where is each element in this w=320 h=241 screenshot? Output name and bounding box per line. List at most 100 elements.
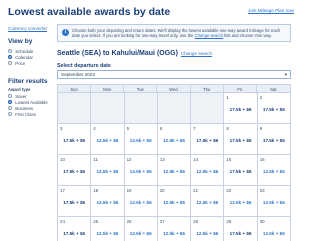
info-change-search-link[interactable]: Change search: [195, 33, 223, 38]
award-price[interactable]: 17.5k + $6: [224, 169, 256, 174]
award-price[interactable]: 12.5k + $6: [125, 200, 157, 205]
award-price[interactable]: 12.5k + $6: [125, 169, 157, 174]
calendar-day-cell[interactable]: 16 12.5k + $6: [257, 155, 291, 186]
award-price[interactable]: 12.5k + $6: [191, 169, 223, 174]
day-number: 5: [126, 126, 130, 131]
day-number: 17: [60, 188, 65, 193]
award-price[interactable]: 12.5k + $6: [91, 200, 123, 205]
award-price[interactable]: 12.5k + $6: [91, 169, 123, 174]
calendar-day-cell[interactable]: 9 17.5k + $6: [257, 124, 291, 155]
calendar-day-cell[interactable]: 19 12.5k + $6: [124, 186, 158, 217]
radio-lowest-available[interactable]: [8, 99, 13, 105]
radio-business[interactable]: [8, 105, 13, 111]
calendar-day-cell[interactable]: 29 17.5k + $6: [224, 217, 258, 241]
award-price[interactable]: 17.5k + $6: [58, 138, 90, 143]
view-by-label: Price: [15, 60, 26, 66]
calendar-day-cell[interactable]: 4 12.5k + $6: [91, 124, 125, 155]
calendar-day-cell[interactable]: 27 12.5k + $6: [158, 217, 192, 241]
award-price[interactable]: 12.5k + $6: [258, 200, 290, 205]
radio-calendar[interactable]: [8, 54, 13, 60]
info-text-after: link and choose One way.: [224, 33, 272, 39]
award-price[interactable]: 17.5k + $6: [258, 138, 290, 143]
calendar-empty-cell: [58, 93, 92, 124]
calendar-day-cell[interactable]: 8 17.5k + $6: [224, 124, 258, 155]
calendar-day-cell[interactable]: 24 17.5k + $6: [58, 217, 92, 241]
award-price[interactable]: 12.5k + $6: [125, 231, 157, 236]
month-select[interactable]: September 2023 ▾: [57, 70, 291, 79]
calendar-day-cell[interactable]: 14 12.5k + $6: [191, 155, 225, 186]
calendar-day-cell[interactable]: 28 12.5k + $6: [191, 217, 225, 241]
calendar-day-cell[interactable]: 3 17.5k + $6: [58, 124, 92, 155]
award-price[interactable]: 12.5k + $6: [125, 138, 157, 143]
month-select-value: September 2023: [61, 72, 95, 77]
award-price[interactable]: 17.5k + $6: [58, 200, 90, 205]
calendar-day-cell[interactable]: 17 17.5k + $6: [58, 186, 92, 217]
day-number: 30: [259, 219, 265, 224]
day-number: 8: [226, 126, 229, 131]
calendar-empty-cell: [191, 93, 225, 124]
award-price[interactable]: 12.5k + $6: [158, 231, 190, 236]
award-price[interactable]: 17.5k + $6: [58, 169, 90, 174]
award-price[interactable]: 17.5k + $6: [224, 107, 256, 112]
calendar-grid: 1 17.5k + $6 2 17.5k + $6 3 17.5k + $6 4 12.5k …: [57, 93, 291, 241]
radio-schedule[interactable]: [8, 48, 13, 54]
calendar-day-cell[interactable]: 23 12.5k + $6: [257, 186, 291, 217]
radio-saver[interactable]: [8, 93, 13, 99]
award-type-label-text: Saver: [15, 93, 27, 99]
day-number: 23: [259, 188, 265, 193]
calendar-day-cell[interactable]: 12 12.5k + $6: [124, 155, 158, 186]
day-number: 19: [126, 188, 132, 193]
award-type-label-text: Lowest Available: [15, 99, 48, 105]
calendar-day-cell[interactable]: 25 12.5k + $6: [91, 217, 125, 241]
calendar-day-cell[interactable]: 15 17.5k + $6: [224, 155, 258, 186]
calendar-day-cell[interactable]: 26 12.5k + $6: [125, 217, 158, 241]
departure-calendar: Sun Mon Tue Wed Thu Fri Sat 1 17.5k + $6 2…: [57, 84, 291, 241]
view-by-panel: View by Schedule Calendar Price: [8, 38, 56, 66]
day-number: 15: [226, 157, 232, 162]
calendar-day-cell[interactable]: 18 12.5k + $6: [91, 186, 125, 217]
day-number: 21: [193, 188, 199, 193]
award-price[interactable]: 12.5k + $6: [158, 138, 190, 143]
calendar-day-cell[interactable]: 5 12.5k + $6: [124, 124, 158, 155]
award-type-label-text: First Class: [15, 111, 36, 117]
award-price[interactable]: 12.5k + $6: [258, 169, 290, 174]
calendar-day-cell[interactable]: 22 12.5k + $6: [224, 186, 258, 217]
change-search-link[interactable]: Change search: [181, 51, 212, 56]
award-price[interactable]: 17.5k + $6: [224, 231, 256, 236]
award-price[interactable]: 12.5k + $6: [191, 231, 223, 236]
award-price[interactable]: 12.5k + $6: [91, 231, 123, 236]
calendar-day-cell[interactable]: 1 17.5k + $6: [224, 93, 258, 124]
calendar-day-cell[interactable]: 20 12.5k + $6: [157, 186, 192, 217]
calendar-day-cell[interactable]: 11 12.5k + $6: [91, 155, 125, 186]
currency-converter-link[interactable]: Currency converter: [8, 26, 47, 31]
calendar-day-cell[interactable]: 21 12.5k + $6: [191, 186, 225, 217]
calendar-day-cell[interactable]: 7 17.5k + $6: [191, 124, 225, 155]
calendar-day-cell[interactable]: 10 17.5k + $6: [58, 155, 92, 186]
view-by-option[interactable]: Price: [8, 60, 56, 66]
award-price[interactable]: 12.5k + $6: [91, 138, 123, 143]
award-price[interactable]: 17.5k + $6: [58, 231, 90, 236]
award-type-option[interactable]: First Class: [8, 111, 56, 117]
award-price[interactable]: 12.5k + $6: [224, 200, 256, 205]
calendar-day-cell[interactable]: 13 12.5k + $6: [157, 155, 192, 186]
day-number: 1: [226, 95, 229, 100]
day-number: 13: [159, 157, 165, 162]
day-number: 3: [60, 126, 63, 131]
award-price[interactable]: 12.5k + $6: [158, 169, 190, 174]
award-price[interactable]: 17.5k + $6: [258, 107, 290, 112]
award-price[interactable]: 12.5k + $6: [158, 200, 190, 205]
day-number: 2: [259, 95, 263, 100]
award-price[interactable]: 12.5k + $6: [191, 200, 223, 205]
award-price[interactable]: 12.5k + $6: [258, 231, 290, 236]
award-price[interactable]: 17.5k + $6: [191, 138, 223, 143]
calendar-day-cell[interactable]: 30 12.5k + $6: [258, 217, 291, 241]
radio-first-class[interactable]: [8, 111, 13, 117]
award-price[interactable]: 17.5k + $6: [224, 138, 256, 143]
day-number: 12: [126, 157, 132, 162]
calendar-empty-cell: [91, 93, 125, 124]
radio-price[interactable]: [8, 60, 13, 66]
calendar-day-cell[interactable]: 2 17.5k + $6: [257, 93, 291, 124]
calendar-day-cell[interactable]: 6 12.5k + $6: [157, 124, 192, 155]
join-mileage-plan-link[interactable]: Join Mileage Plan now: [248, 8, 294, 13]
day-number: 6: [159, 126, 163, 131]
